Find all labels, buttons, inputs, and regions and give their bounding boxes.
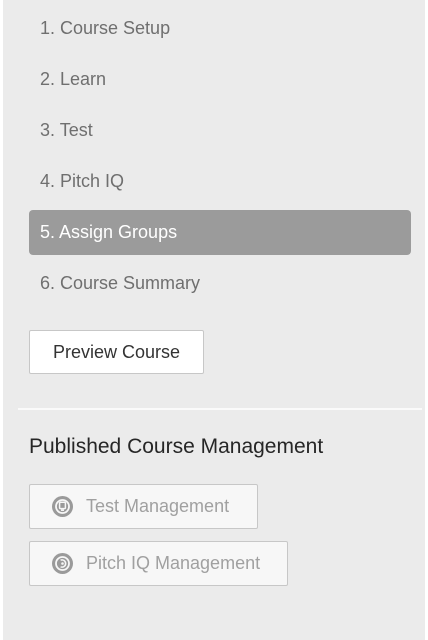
test-management-icon [51, 495, 74, 518]
section-divider [18, 408, 422, 410]
preview-course-label: Preview Course [52, 341, 181, 362]
step-learn[interactable]: 2. Learn [29, 57, 411, 102]
step-assign-groups[interactable]: 5. Assign Groups [29, 210, 411, 255]
pitch-iq-management-label: Pitch IQ Management [86, 553, 261, 573]
step-pitch-iq[interactable]: 4. Pitch IQ [29, 159, 411, 204]
step-course-setup[interactable]: 1. Course Setup [29, 6, 411, 51]
pitch-iq-icon [51, 552, 74, 575]
preview-course-button[interactable]: Preview Course [29, 330, 204, 374]
pitch-iq-management-button[interactable]: Pitch IQ Management [29, 541, 288, 586]
published-course-management-title: Published Course Management [29, 435, 324, 458]
test-management-label: Test Management [86, 496, 230, 516]
wizard-steps-list: 1. Course Setup 2. Learn 3. Test 4. Pitc… [29, 6, 411, 312]
step-test[interactable]: 3. Test [29, 108, 411, 153]
step-course-summary[interactable]: 6. Course Summary [29, 261, 411, 306]
test-management-button[interactable]: Test Management [29, 484, 258, 529]
course-wizard-sidebar: 1. Course Setup 2. Learn 3. Test 4. Pitc… [3, 0, 425, 640]
